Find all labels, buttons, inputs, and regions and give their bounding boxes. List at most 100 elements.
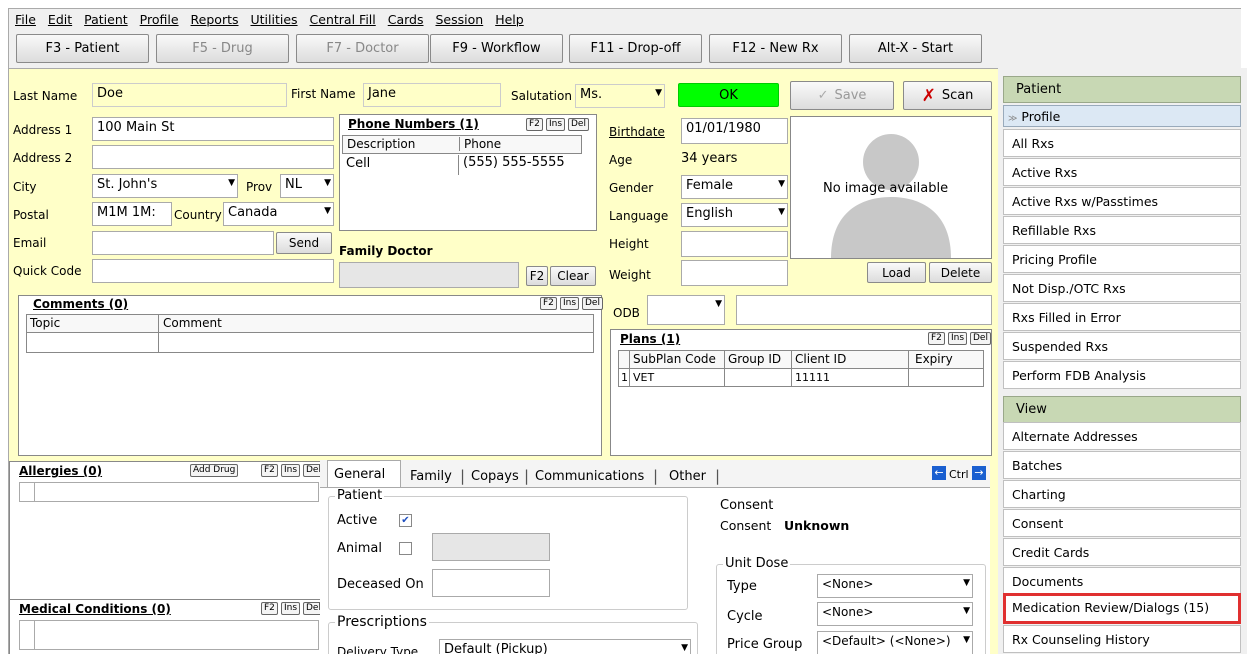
ctrl-label: Ctrl: [949, 468, 969, 481]
height-field[interactable]: [681, 231, 788, 257]
salutation-select[interactable]: Ms.: [575, 84, 665, 108]
save-button[interactable]: ✓ Save: [790, 81, 894, 110]
plans-ins-button[interactable]: Ins: [948, 332, 968, 345]
sidebar-item-charting[interactable]: Charting: [1003, 480, 1241, 508]
sidebar-item-rx-counseling-history[interactable]: Rx Counseling History: [1003, 625, 1241, 653]
tab-family[interactable]: Family: [410, 469, 452, 484]
type-select[interactable]: <None>: [817, 574, 973, 598]
comments-ins-button[interactable]: Ins: [560, 297, 580, 310]
sidebar-item-alternate-addresses[interactable]: Alternate Addresses: [1003, 422, 1241, 450]
dropoff-button[interactable]: F11 - Drop-off: [569, 34, 702, 63]
odb-select[interactable]: [647, 295, 725, 325]
del-button[interactable]: Del: [568, 118, 589, 131]
tab-general[interactable]: General: [327, 460, 401, 488]
prov-select[interactable]: NL: [280, 174, 334, 198]
f2-button[interactable]: F2: [526, 118, 543, 131]
tab-other[interactable]: Other: [669, 469, 706, 484]
sidebar-item-rxs-filled-in-error[interactable]: Rxs Filled in Error: [1003, 303, 1241, 331]
allergies-ins-button[interactable]: Ins: [281, 464, 301, 477]
new-rx-button[interactable]: F12 - New Rx: [709, 34, 842, 63]
language-select[interactable]: English: [681, 203, 788, 227]
quick-code-field[interactable]: [92, 259, 334, 283]
first-name-field[interactable]: Jane: [363, 83, 501, 107]
patient-button[interactable]: F3 - Patient: [16, 34, 149, 63]
sidebar-item-refillable-rxs[interactable]: Refillable Rxs: [1003, 216, 1241, 244]
sidebar-patient-header[interactable]: Patient: [1003, 76, 1241, 103]
doctor-button[interactable]: F7 - Doctor: [296, 34, 429, 63]
comments-del-button[interactable]: Del: [582, 297, 603, 310]
sidebar-item-documents[interactable]: Documents: [1003, 567, 1241, 595]
menu-profile[interactable]: Profile: [140, 12, 179, 27]
weight-field[interactable]: [681, 260, 788, 286]
sidebar-item-fdb-analysis[interactable]: Perform FDB Analysis: [1003, 361, 1241, 389]
animal-checkbox[interactable]: [399, 542, 412, 555]
country-select[interactable]: Canada: [223, 202, 334, 226]
animal-type-field[interactable]: [432, 533, 550, 561]
sidebar-item-pricing-profile[interactable]: Pricing Profile: [1003, 245, 1241, 273]
plans-del-button[interactable]: Del: [970, 332, 991, 345]
allergies-f2-button[interactable]: F2: [261, 464, 278, 477]
tab-next-icon[interactable]: →: [972, 466, 986, 480]
sidebar-item-batches[interactable]: Batches: [1003, 451, 1241, 479]
medical-f2-button[interactable]: F2: [261, 602, 278, 615]
ins-button[interactable]: Ins: [546, 118, 566, 131]
add-drug-button[interactable]: Add Drug: [190, 464, 239, 477]
unit-dose-legend: Unit Dose: [723, 556, 791, 571]
medical-ins-button[interactable]: Ins: [281, 602, 301, 615]
clear-button[interactable]: Clear: [550, 266, 596, 286]
drug-button[interactable]: F5 - Drug: [156, 34, 289, 63]
table-row[interactable]: 1 VET 11111: [618, 369, 984, 387]
medical-conditions-list[interactable]: [19, 620, 319, 650]
menu-utilities[interactable]: Utilities: [251, 12, 298, 27]
city-select[interactable]: St. John's: [92, 174, 238, 198]
menu-central-fill[interactable]: Central Fill: [310, 12, 376, 27]
sidebar-item-active-rxs-passtimes[interactable]: Active Rxs w/Passtimes: [1003, 187, 1241, 215]
delivery-type-select[interactable]: Default (Pickup): [439, 639, 691, 654]
tab-copays[interactable]: Copays: [471, 469, 519, 484]
sidebar-view-header[interactable]: View: [1003, 396, 1241, 423]
address2-field[interactable]: [92, 145, 334, 169]
allergies-list[interactable]: [19, 482, 319, 502]
odb-text-field[interactable]: [736, 295, 992, 325]
family-doctor-f2-button[interactable]: F2: [526, 266, 548, 286]
load-button[interactable]: Load: [867, 262, 926, 283]
sidebar-item-active-rxs[interactable]: Active Rxs: [1003, 158, 1241, 186]
tab-prev-icon[interactable]: ←: [932, 466, 946, 480]
table-row[interactable]: Cell (555) 555-5555: [342, 155, 582, 175]
family-doctor-field[interactable]: [339, 262, 519, 288]
toolbar: F3 - Patient F5 - Drug F7 - Doctor F9 - …: [8, 30, 1241, 68]
sidebar-item-medication-review[interactable]: Medication Review/Dialogs (15): [1003, 593, 1241, 624]
menu-help[interactable]: Help: [495, 12, 524, 27]
sidebar-item-suspended-rxs[interactable]: Suspended Rxs: [1003, 332, 1241, 360]
send-button[interactable]: Send: [276, 232, 332, 254]
last-name-field[interactable]: Doe: [92, 83, 287, 107]
postal-field[interactable]: M1M 1M:: [92, 202, 172, 226]
ok-button[interactable]: OK: [678, 83, 779, 107]
tab-communications[interactable]: Communications: [535, 469, 644, 484]
birthdate-field[interactable]: 01/01/1980: [681, 118, 788, 144]
price-group-select[interactable]: <Default> (<None>): [817, 631, 973, 654]
scan-button[interactable]: ✗ Scan: [903, 81, 992, 110]
comments-f2-button[interactable]: F2: [540, 297, 557, 310]
menu-cards[interactable]: Cards: [388, 12, 424, 27]
cycle-select[interactable]: <None>: [817, 602, 973, 626]
address1-field[interactable]: 100 Main St: [92, 117, 334, 141]
sidebar-item-not-disp-otc[interactable]: Not Disp./OTC Rxs: [1003, 274, 1241, 302]
start-button[interactable]: Alt-X - Start: [849, 34, 982, 63]
menu-file[interactable]: File: [15, 12, 36, 27]
menu-reports[interactable]: Reports: [191, 12, 239, 27]
menu-edit[interactable]: Edit: [48, 12, 72, 27]
sidebar-item-all-rxs[interactable]: All Rxs: [1003, 129, 1241, 157]
menu-patient[interactable]: Patient: [84, 12, 128, 27]
workflow-button[interactable]: F9 - Workflow: [430, 34, 563, 63]
menu-session[interactable]: Session: [436, 12, 484, 27]
active-checkbox[interactable]: ✔: [399, 514, 412, 527]
delete-button[interactable]: Delete: [929, 262, 992, 283]
sidebar-profile-header[interactable]: ≫ Profile: [1003, 105, 1241, 127]
sidebar-item-credit-cards[interactable]: Credit Cards: [1003, 538, 1241, 566]
plans-f2-button[interactable]: F2: [928, 332, 945, 345]
gender-select[interactable]: Female: [681, 175, 788, 199]
email-field[interactable]: [92, 231, 274, 255]
sidebar-item-consent[interactable]: Consent: [1003, 509, 1241, 537]
deceased-date-field[interactable]: [432, 569, 550, 597]
